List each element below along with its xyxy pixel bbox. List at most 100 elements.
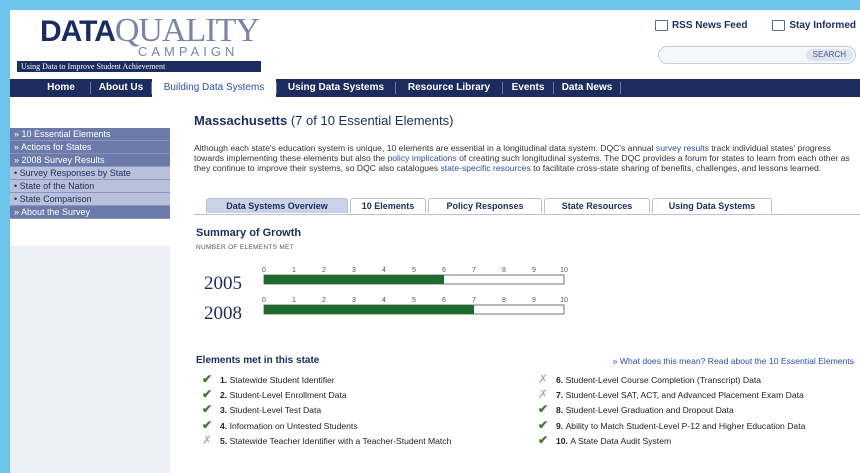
element-text: A State Data Audit System — [570, 435, 672, 446]
element-text: Statewide Student Identifier — [229, 375, 335, 385]
element-text: Student-Level Test Data — [229, 405, 322, 416]
tick-label: 5 — [412, 267, 416, 274]
survey-results-link[interactable]: survey results — [656, 143, 709, 153]
sidebar-item-actions-for-states[interactable]: » Actions for States — [10, 141, 170, 154]
envelope-icon — [772, 20, 786, 31]
year-label-2005: 2005 — [204, 273, 242, 294]
tick-label: 1 — [292, 267, 296, 274]
tab-10-elements[interactable]: 10 Elements — [350, 198, 426, 213]
tick-label: 10 — [560, 297, 568, 304]
tick-label: 8 — [502, 267, 506, 274]
tick-label: 4 — [382, 297, 386, 304]
page-title: Massachusetts (7 of 10 Essential Element… — [194, 113, 860, 128]
search-button[interactable]: SEARCH — [805, 49, 853, 61]
checkmark-icon: ✔ — [202, 417, 213, 432]
intro-part: to facilitate cross-state sharing of ben… — [530, 163, 822, 174]
nav-using-data-systems[interactable]: Using Data Systems — [277, 79, 395, 97]
tick-label: 9 — [532, 267, 536, 274]
tab-using-data-systems[interactable]: Using Data Systems — [652, 198, 772, 213]
logo-sub: CAMPAIGN — [138, 44, 239, 59]
nav-data-news[interactable]: Data News — [554, 79, 620, 97]
top-links: RSS News Feed Stay Informed — [633, 20, 856, 34]
main-content: Massachusetts (7 of 10 Essential Element… — [194, 113, 860, 446]
checkmark-icon: ✔ — [538, 402, 549, 417]
checkmark-icon: ✔ — [202, 402, 213, 417]
element-number: 1. — [220, 375, 230, 385]
sidebar-item-essential-elements[interactable]: » 10 Essential Elements — [10, 128, 170, 141]
tagline: Using Data to Improve Student Achievemen… — [17, 61, 261, 72]
checkmark-icon: ✔ — [538, 432, 549, 447]
rss-label: RSS News Feed — [671, 20, 748, 31]
tick-label: 0 — [262, 297, 266, 304]
tick-label: 9 — [532, 297, 536, 304]
sidebar-item-survey-responses[interactable]: • Survey Responses by State — [10, 167, 170, 180]
sidebar-item-about-survey[interactable]: » About the Survey — [10, 206, 170, 219]
x-mark-icon: ✗ — [538, 372, 549, 386]
main-nav: Home About Us Building Data Systems Usin… — [10, 79, 860, 97]
year-label-2008: 2008 — [204, 303, 242, 324]
tab-state-resources[interactable]: State Resources — [544, 198, 650, 213]
sidebar-background — [10, 246, 170, 473]
policy-implications-link[interactable]: policy implications — [387, 153, 456, 163]
header: DATAQUALITY CAMPAIGN Using Data to Impro… — [10, 10, 860, 76]
stay-informed-link[interactable]: Stay Informed — [772, 20, 856, 31]
tab-data-systems-overview[interactable]: Data Systems Overview — [206, 198, 348, 213]
rss-link[interactable]: RSS News Feed — [654, 20, 748, 31]
element-item: ✔ 2. Student-Level Enrollment Data — [198, 387, 528, 402]
nav-events[interactable]: Events — [503, 79, 553, 97]
bar-2008 — [264, 305, 474, 314]
tick-label: 3 — [352, 297, 356, 304]
page: DATAQUALITY CAMPAIGN Using Data to Impro… — [10, 10, 860, 473]
tick-label: 4 — [382, 267, 386, 274]
checkmark-icon: ✔ — [202, 387, 213, 402]
tick-label: 7 — [472, 297, 476, 304]
checkmark-icon: ✔ — [202, 372, 213, 386]
essential-elements-link[interactable]: » What does this mean? Read about the 10… — [613, 356, 854, 366]
state-resources-link[interactable]: state-specific resources — [440, 163, 530, 173]
element-item: ✗ 5. Statewide Teacher Identifier with a … — [198, 432, 528, 447]
search-input[interactable]: SEARCH — [658, 46, 856, 64]
element-text: Student-Level Course Completion (Transcr… — [565, 375, 762, 385]
tick-label: 8 — [502, 297, 506, 304]
tick-label: 2 — [322, 267, 326, 274]
tick-label: 0 — [262, 267, 266, 274]
summary-subtitle: NUMBER OF ELEMENTS MET — [196, 244, 294, 251]
tab-policy-responses[interactable]: Policy Responses — [428, 198, 542, 213]
element-text: Information on Untested Students — [229, 420, 358, 431]
tick-label: 2 — [322, 297, 326, 304]
nav-home[interactable]: Home — [32, 79, 90, 97]
element-text: Student-Level Graduation and Dropout Dat… — [565, 405, 734, 416]
element-item: ✗ 7. Student-Level SAT, ACT, and Advanced… — [534, 387, 860, 402]
elements-list-left: ✔ 1. Statewide Student Identifier ✔ 2. Stud… — [198, 372, 528, 451]
summary-title: Summary of Growth — [196, 227, 302, 239]
elements-title: Elements met in this state — [196, 355, 320, 366]
nav-resource-library[interactable]: Resource Library — [396, 79, 502, 97]
tick-label: 3 — [352, 267, 356, 274]
tick-label: 1 — [292, 297, 296, 304]
sidebar-item-state-comparison[interactable]: • State Comparison — [10, 193, 170, 206]
element-text: Student-Level SAT, ACT, and Advanced Pla… — [565, 390, 804, 401]
x-mark-icon: ✗ — [538, 387, 549, 402]
element-number: 4. — [220, 420, 230, 431]
element-item: ✔ 8. Student-Level Graduation and Dropout… — [534, 402, 860, 417]
element-number: 3. — [220, 405, 230, 416]
element-number: 9. — [556, 420, 566, 431]
checkmark-icon: ✔ — [538, 417, 549, 432]
intro-text: Although each state's education system i… — [194, 143, 858, 174]
element-item: ✔ 9. Ability to Match Student-Level P-12 … — [534, 417, 860, 432]
nav-about-us[interactable]: About Us — [91, 79, 151, 97]
sidebar: » 10 Essential Elements » Actions for St… — [10, 128, 170, 219]
element-number: 7. — [556, 390, 566, 401]
element-item: ✔ 4. Information on Untested Students — [198, 417, 528, 432]
sidebar-item-survey-results[interactable]: » 2008 Survey Results — [10, 154, 170, 167]
intro-part: Although each state's education system i… — [194, 143, 656, 153]
tick-label: 6 — [442, 297, 446, 304]
growth-chart: 2005 0 1 2 3 4 5 6 7 8 9 10 2008 0 1 2 3 4 5 6 7 8 9 10 — [204, 267, 568, 324]
tick-label: 5 — [412, 297, 416, 304]
rss-icon — [654, 20, 668, 31]
stay-informed-label: Stay Informed — [789, 20, 856, 31]
x-mark-icon: ✗ — [202, 432, 213, 447]
state-name: Massachusetts — [194, 113, 288, 128]
nav-building-data-systems[interactable]: Building Data Systems — [152, 79, 276, 97]
sidebar-item-state-of-nation[interactable]: • State of the Nation — [10, 180, 170, 193]
